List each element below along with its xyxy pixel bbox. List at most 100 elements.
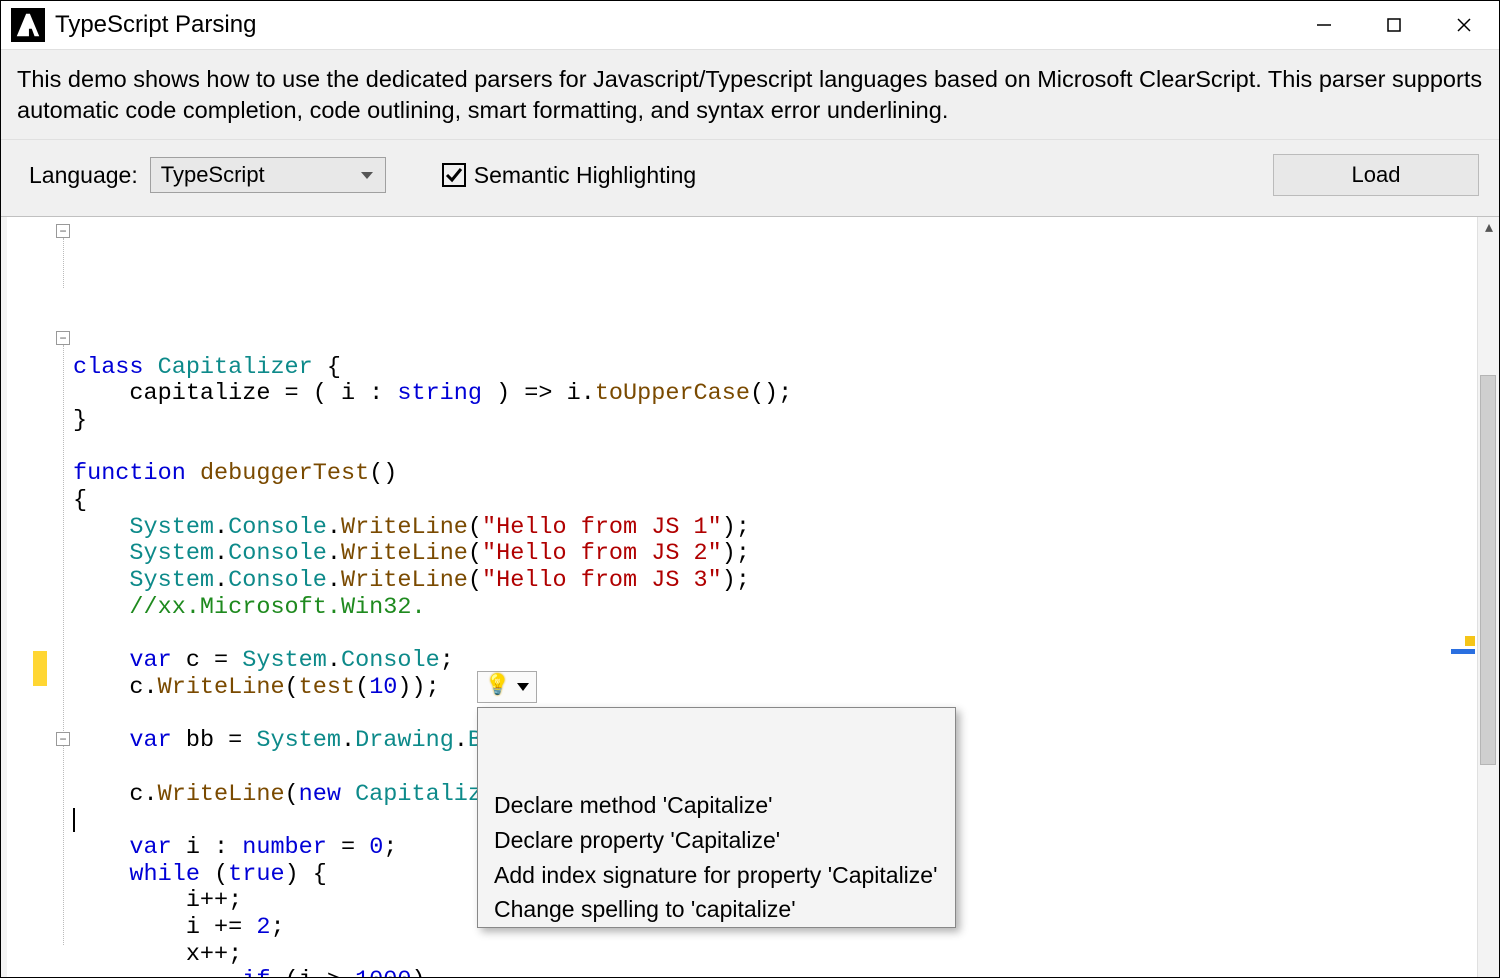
code-token: if (242, 967, 270, 977)
code-token: () (369, 460, 397, 487)
code-token: WriteLine (158, 674, 285, 701)
code-token: ) => i. (482, 380, 595, 407)
close-button[interactable] (1429, 1, 1499, 49)
code-token: (i > (270, 967, 355, 977)
code-token: System (129, 514, 214, 541)
check-icon (445, 166, 463, 184)
gutter: − − − (1, 217, 73, 977)
code-token: (); (750, 380, 792, 407)
fold-toggle[interactable]: − (56, 224, 70, 238)
text-caret (73, 808, 75, 832)
code-token: Console (228, 540, 327, 567)
editor: − − − class Capitalizer { capitalize = (… (1, 216, 1499, 977)
code-token (73, 861, 129, 888)
code-token: . (214, 540, 228, 567)
code-token: System (242, 647, 327, 674)
code-token: ( (285, 781, 299, 808)
code-token: //xx.Microsoft.Win32. (129, 594, 425, 621)
code-token: . (214, 567, 228, 594)
code-token: Console (228, 567, 327, 594)
fold-toggle[interactable]: − (56, 331, 70, 345)
description-text: This demo shows how to use the dedicated… (1, 49, 1499, 140)
language-dropdown[interactable]: TypeScript (150, 157, 386, 193)
window-controls (1289, 1, 1499, 49)
scroll-thumb[interactable] (1480, 375, 1496, 765)
code-token: Drawing (355, 727, 454, 754)
code-token: string (397, 380, 482, 407)
code-line[interactable]: { (73, 488, 1477, 515)
code-line[interactable] (73, 621, 1477, 648)
code-token: WriteLine (341, 540, 468, 567)
code-token: ; (383, 834, 397, 861)
maximize-button[interactable] (1359, 1, 1429, 49)
quick-fix-popup: Declare method 'Capitalize'Declare prope… (477, 707, 956, 928)
code-token: ( (468, 567, 482, 594)
window-title: TypeScript Parsing (55, 11, 256, 39)
code-token: ; (440, 647, 454, 674)
load-button[interactable]: Load (1273, 154, 1479, 196)
code-token: { (73, 487, 87, 514)
code-token: 1000 (355, 967, 411, 977)
code-token: true (228, 861, 284, 888)
quick-fix-item[interactable]: Change spelling to 'capitalize' (478, 892, 955, 927)
code-token: debuggerTest (200, 460, 369, 487)
code-token: )); (397, 674, 439, 701)
code-token: ) { (285, 861, 327, 888)
code-token: bb = (172, 727, 257, 754)
code-token: { (313, 354, 341, 381)
code-line[interactable] (73, 435, 1477, 462)
code-token (73, 647, 129, 674)
vertical-scrollbar[interactable]: ▴ (1477, 217, 1499, 977)
code-token (186, 460, 200, 487)
code-token: ); (722, 540, 750, 567)
code-line[interactable]: function debuggerTest() (73, 461, 1477, 488)
code-token: . (214, 514, 228, 541)
code-line[interactable]: class Capitalizer { (73, 355, 1477, 382)
quick-fix-item[interactable]: Declare property 'Capitalize' (478, 823, 955, 858)
code-token: new (299, 781, 341, 808)
code-token: WriteLine (341, 514, 468, 541)
code-token: WriteLine (158, 781, 285, 808)
minimize-button[interactable] (1289, 1, 1359, 49)
code-token: . (327, 540, 341, 567)
semantic-highlighting-label: Semantic Highlighting (474, 162, 696, 189)
code-token (73, 540, 129, 567)
quick-fix-item[interactable]: Declare method 'Capitalize' (478, 788, 955, 823)
code-line[interactable]: capitalize = ( i : string ) => i.toUpper… (73, 381, 1477, 408)
code-line[interactable]: System.Console.WriteLine("Hello from JS … (73, 515, 1477, 542)
code-line[interactable]: System.Console.WriteLine("Hello from JS … (73, 541, 1477, 568)
code-token: "Hello from JS 2" (482, 540, 722, 567)
code-token: i++; (73, 887, 242, 914)
code-token: . (327, 647, 341, 674)
scroll-up-arrow-icon[interactable]: ▴ (1478, 217, 1499, 237)
code-token: var (129, 727, 171, 754)
code-token: capitalize = ( i : (73, 380, 397, 407)
code-line[interactable]: var c = System.Console; (73, 648, 1477, 675)
code-token: Console (341, 647, 440, 674)
code-token: class (73, 354, 144, 381)
title-bar: TypeScript Parsing (1, 1, 1499, 49)
code-area[interactable]: class Capitalizer { capitalize = ( i : s… (73, 217, 1477, 977)
overview-warning-marker (1465, 636, 1475, 646)
code-token: number (242, 834, 327, 861)
quick-fix-item[interactable]: Add index signature for property 'Capita… (478, 858, 955, 893)
language-label: Language: (29, 162, 138, 189)
code-token: ( (200, 861, 228, 888)
code-token: ); (722, 514, 750, 541)
code-token: test (299, 674, 355, 701)
code-token: System (129, 540, 214, 567)
code-token (73, 727, 129, 754)
code-line[interactable]: c.WriteLine(test(10)); (73, 675, 1477, 702)
code-line[interactable]: x++; (73, 942, 1477, 969)
code-line[interactable]: System.Console.WriteLine("Hello from JS … (73, 568, 1477, 595)
code-line[interactable]: } (73, 408, 1477, 435)
fold-toggle[interactable]: − (56, 732, 70, 746)
code-token: "Hello from JS 3" (482, 567, 722, 594)
semantic-highlighting-checkbox[interactable] (442, 163, 466, 187)
code-token (73, 834, 129, 861)
code-token: c. (73, 781, 158, 808)
code-token: c. (73, 674, 158, 701)
code-line[interactable]: //xx.Microsoft.Win32. (73, 595, 1477, 622)
code-line[interactable]: if (i > 1000) (73, 968, 1477, 977)
quick-fix-trigger[interactable]: 💡 (477, 671, 537, 703)
